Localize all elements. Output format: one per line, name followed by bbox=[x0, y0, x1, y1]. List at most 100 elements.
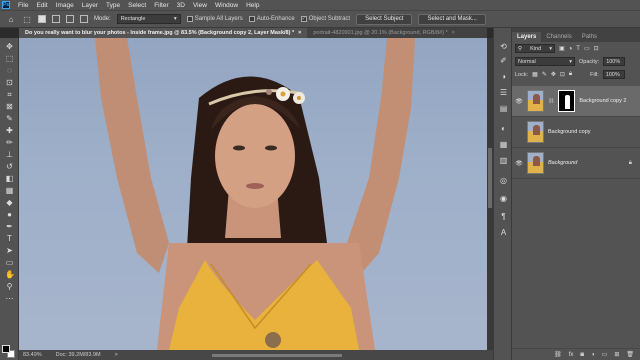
lock-transparent-icon[interactable]: ▦ bbox=[532, 71, 538, 78]
menu-edit[interactable]: Edit bbox=[32, 2, 51, 9]
menu-help[interactable]: Help bbox=[242, 2, 263, 9]
select-subject-button[interactable]: Select Subject bbox=[356, 13, 413, 25]
new-layer-icon[interactable]: ⊞ bbox=[614, 351, 619, 358]
libraries-icon[interactable]: ◉ bbox=[499, 194, 508, 203]
color-icon[interactable]: ◐ bbox=[499, 124, 508, 133]
sample-all-layers-checkbox[interactable]: Sample All Layers bbox=[186, 16, 243, 22]
lock-artboard-icon[interactable]: ⊡ bbox=[560, 71, 565, 78]
kind-filter-select[interactable]: ⚲ Kind ▾ bbox=[515, 44, 555, 53]
layer-name[interactable]: Background copy 2 bbox=[579, 98, 640, 104]
mode-select[interactable]: Rectangle ▾ bbox=[116, 14, 181, 24]
dodge-tool-icon[interactable]: ● bbox=[5, 210, 14, 219]
hand-tool-icon[interactable]: ✋ bbox=[5, 270, 15, 279]
menu-file[interactable]: File bbox=[14, 2, 32, 9]
layer-name[interactable]: Background bbox=[548, 160, 625, 166]
type-tool-icon[interactable]: T bbox=[5, 234, 14, 243]
path-selection-tool-icon[interactable]: ➤ bbox=[5, 246, 14, 255]
object-subtract-checkbox[interactable]: ✓ Object Subtract bbox=[300, 16, 350, 22]
foreground-color-swatch[interactable] bbox=[2, 345, 10, 353]
lasso-tool-icon[interactable]: ◌ bbox=[5, 66, 14, 75]
filter-pixel-icon[interactable]: ▣ bbox=[559, 45, 565, 52]
scrollbar-thumb[interactable] bbox=[488, 148, 492, 208]
trash-icon[interactable]: 🗑︎ bbox=[626, 351, 634, 358]
link-layers-icon[interactable]: ⛓︎ bbox=[554, 351, 562, 358]
new-group-icon[interactable]: ▭ bbox=[602, 351, 608, 358]
edit-toolbar-icon[interactable]: ⋯ bbox=[5, 294, 14, 303]
intersect-selection-icon[interactable] bbox=[80, 15, 88, 23]
fx-icon[interactable]: fx bbox=[569, 352, 574, 358]
menu-layer[interactable]: Layer bbox=[78, 2, 102, 9]
menu-3d[interactable]: 3D bbox=[173, 2, 189, 9]
zoom-tool-icon[interactable]: ⚲ bbox=[5, 282, 14, 291]
layer-thumbnail[interactable] bbox=[527, 152, 544, 174]
add-mask-icon[interactable]: ◙ bbox=[580, 352, 584, 358]
link-icon[interactable]: ⛓︎ bbox=[548, 98, 554, 104]
document-tab-active[interactable]: Do you really want to blur your photos -… bbox=[19, 28, 308, 38]
lock-pixels-icon[interactable]: ✎ bbox=[542, 71, 547, 78]
filter-adjustment-icon[interactable]: ◑ bbox=[569, 46, 573, 52]
paragraph-icon[interactable]: ¶ bbox=[499, 212, 508, 221]
brush-tool-icon[interactable]: ✏ bbox=[5, 138, 14, 147]
eye-icon[interactable]: 👁︎ bbox=[515, 160, 523, 167]
history-brush-tool-icon[interactable]: ↺ bbox=[5, 162, 14, 171]
marquee-tool-icon[interactable]: ⬚ bbox=[5, 54, 14, 63]
blur-tool-icon[interactable]: ◆ bbox=[5, 198, 14, 207]
history-icon[interactable]: ⟲ bbox=[499, 42, 508, 51]
menu-filter[interactable]: Filter bbox=[150, 2, 172, 9]
layer-thumbnail[interactable] bbox=[527, 121, 544, 143]
adjustments-icon[interactable]: ◑ bbox=[499, 72, 508, 81]
gradient-tool-icon[interactable]: ▦ bbox=[5, 186, 14, 195]
move-tool-icon[interactable]: ✥ bbox=[5, 42, 14, 51]
tab-paths[interactable]: Paths bbox=[577, 32, 602, 42]
fill-field[interactable]: 100% bbox=[602, 70, 625, 79]
character-icon[interactable]: A bbox=[499, 228, 508, 237]
eyedropper-tool-icon[interactable]: ✎ bbox=[5, 114, 14, 123]
crop-tool-icon[interactable]: ⌗ bbox=[5, 90, 14, 99]
status-more-button[interactable]: > bbox=[115, 352, 118, 358]
layer-mask-thumbnail[interactable] bbox=[558, 90, 576, 112]
close-icon[interactable]: × bbox=[452, 30, 455, 36]
document-canvas[interactable] bbox=[19, 38, 487, 350]
tab-channels[interactable]: Channels bbox=[541, 32, 576, 42]
layer-row-background-copy-2[interactable]: 👁︎ ⛓︎ Background copy 2 bbox=[512, 86, 640, 117]
lock-all-icon[interactable]: 🔒︎ bbox=[569, 71, 572, 78]
swatches-icon[interactable]: ▦ bbox=[499, 140, 508, 149]
clone-stamp-tool-icon[interactable]: ⊥ bbox=[5, 150, 14, 159]
menu-select[interactable]: Select bbox=[124, 2, 150, 9]
subtract-selection-icon[interactable] bbox=[66, 15, 74, 23]
object-selection-tool-icon[interactable]: ⬚ bbox=[22, 14, 32, 24]
tab-layers[interactable]: Layers bbox=[512, 32, 542, 42]
select-and-mask-button[interactable]: Select and Mask... bbox=[418, 13, 486, 25]
add-selection-icon[interactable] bbox=[52, 15, 60, 23]
close-icon[interactable]: × bbox=[298, 30, 301, 36]
frame-tool-icon[interactable]: ⊠ bbox=[5, 102, 14, 111]
menu-window[interactable]: Window bbox=[211, 2, 242, 9]
menu-view[interactable]: View bbox=[189, 2, 211, 9]
gradients-icon[interactable]: ▥ bbox=[499, 156, 508, 165]
layer-row-background-copy[interactable]: Background copy bbox=[512, 117, 640, 148]
blend-mode-select[interactable]: Normal ▾ bbox=[515, 57, 575, 66]
filter-shape-icon[interactable]: ▭ bbox=[584, 45, 590, 52]
menu-type[interactable]: Type bbox=[102, 2, 124, 9]
layer-comps-icon[interactable]: ▤ bbox=[499, 104, 508, 113]
brush-settings-icon[interactable]: ✐ bbox=[499, 56, 508, 65]
menu-image[interactable]: Image bbox=[52, 2, 78, 9]
eraser-tool-icon[interactable]: ◧ bbox=[5, 174, 14, 183]
layer-row-background[interactable]: 👁︎ Background 🔒︎ bbox=[512, 148, 640, 179]
home-icon[interactable]: ⌂ bbox=[6, 14, 16, 24]
pen-tool-icon[interactable]: ✒ bbox=[5, 222, 14, 231]
new-selection-icon[interactable] bbox=[38, 15, 46, 23]
adjustment-layer-icon[interactable]: ◑ bbox=[591, 352, 595, 358]
layer-thumbnail[interactable] bbox=[527, 90, 544, 112]
auto-enhance-checkbox[interactable]: Auto-Enhance bbox=[248, 16, 295, 22]
learn-icon[interactable]: ◎ bbox=[499, 176, 508, 185]
eye-icon[interactable]: 👁︎ bbox=[515, 98, 523, 105]
object-selection-tool-icon[interactable]: ⊡ bbox=[5, 78, 14, 87]
zoom-level[interactable]: 83.49% bbox=[23, 352, 42, 358]
filter-smart-object-icon[interactable]: ⊡ bbox=[594, 45, 599, 52]
lock-position-icon[interactable]: ✥ bbox=[551, 71, 556, 78]
layer-name[interactable]: Background copy bbox=[548, 129, 640, 135]
horizontal-scrollbar-thumb[interactable] bbox=[211, 353, 342, 357]
rectangle-tool-icon[interactable]: ▭ bbox=[5, 258, 14, 267]
filter-type-icon[interactable]: T bbox=[576, 46, 580, 52]
